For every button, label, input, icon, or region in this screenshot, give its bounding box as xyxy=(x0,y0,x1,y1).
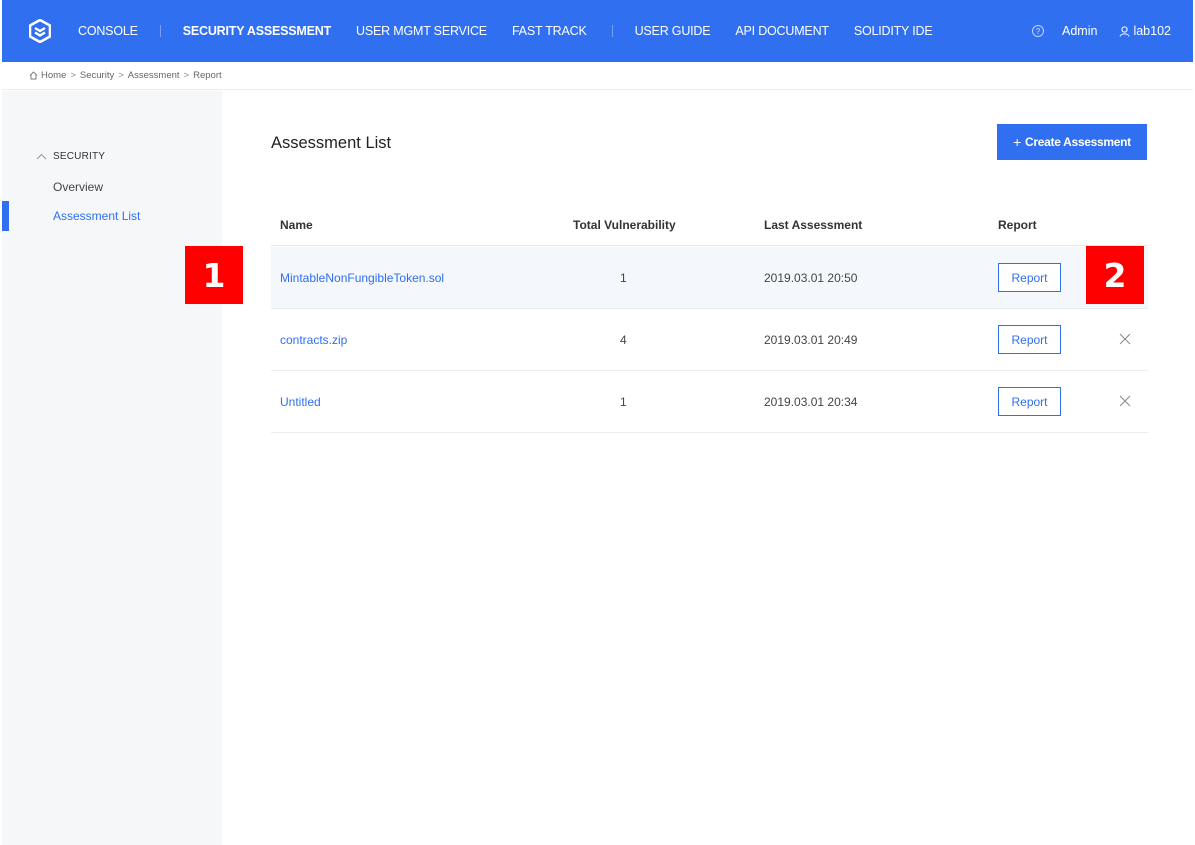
report-button[interactable]: Report xyxy=(998,325,1061,354)
top-right-menu: ? Admin lab102 xyxy=(1032,24,1193,38)
nav-console[interactable]: CONSOLE xyxy=(78,24,138,38)
column-header-total-vulnerability: Total Vulnerability xyxy=(573,218,676,232)
user-menu[interactable]: lab102 xyxy=(1119,24,1171,38)
column-header-report: Report xyxy=(998,218,1037,232)
nav-user-guide[interactable]: USER GUIDE xyxy=(635,24,711,38)
table-row: MintableNonFungibleToken.sol 1 2019.03.0… xyxy=(271,247,1148,309)
breadcrumb-home[interactable]: Home xyxy=(41,70,66,81)
last-assessment-date: 2019.03.01 20:34 xyxy=(764,395,858,409)
assessment-name-link[interactable]: Untitled xyxy=(280,395,321,409)
create-assessment-button[interactable]: + Create Assessment xyxy=(997,124,1147,160)
user-name: lab102 xyxy=(1133,24,1171,38)
annotation-marker-1: 1 xyxy=(185,246,243,304)
chevron-up-icon xyxy=(36,153,47,160)
vulnerability-count: 1 xyxy=(620,395,627,409)
admin-link[interactable]: Admin xyxy=(1062,24,1097,38)
nav-fast-track[interactable]: FAST TRACK xyxy=(512,24,587,38)
breadcrumb: Home > Security > Assessment > Report xyxy=(2,62,1193,90)
nav-security-assessment[interactable]: SECURITY ASSESSMENT xyxy=(183,24,332,38)
nav-user-mgmt-service[interactable]: USER MGMT SERVICE xyxy=(356,24,487,38)
create-assessment-label: Create Assessment xyxy=(1025,135,1131,149)
annotation-marker-2: 2 xyxy=(1086,246,1144,304)
sidebar: SECURITY Overview Assessment List xyxy=(2,91,222,845)
assessment-name-link[interactable]: MintableNonFungibleToken.sol xyxy=(280,271,444,285)
nav-solidity-ide[interactable]: SOLIDITY IDE xyxy=(854,24,933,38)
last-assessment-date: 2019.03.01 20:49 xyxy=(764,333,858,347)
table-row: contracts.zip 4 2019.03.01 20:49 Report xyxy=(271,309,1148,371)
column-header-last-assessment: Last Assessment xyxy=(764,218,863,232)
breadcrumb-security[interactable]: Security xyxy=(80,70,114,81)
assessment-name-link[interactable]: contracts.zip xyxy=(280,333,347,347)
page-title: Assessment List xyxy=(271,134,392,152)
column-header-name: Name xyxy=(280,218,313,232)
last-assessment-date: 2019.03.01 20:50 xyxy=(764,271,858,285)
chevron-right-icon: > xyxy=(118,70,124,81)
app-logo-icon[interactable] xyxy=(28,18,52,44)
sidebar-group-label: SECURITY xyxy=(53,151,106,162)
sidebar-group-security[interactable]: SECURITY xyxy=(36,151,105,162)
sidebar-item-overview[interactable]: Overview xyxy=(53,180,103,194)
vulnerability-count: 4 xyxy=(620,333,627,347)
top-navigation-bar: CONSOLE SECURITY ASSESSMENT USER MGMT SE… xyxy=(2,0,1193,62)
nav-divider xyxy=(159,25,161,37)
sidebar-item-assessment-list[interactable]: Assessment List xyxy=(53,209,140,223)
breadcrumb-report: Report xyxy=(193,70,222,81)
nav-divider xyxy=(611,25,613,37)
nav-api-document[interactable]: API DOCUMENT xyxy=(735,24,829,38)
home-icon xyxy=(29,71,38,80)
table-header: Name Total Vulnerability Last Assessment… xyxy=(271,204,1148,246)
close-icon[interactable] xyxy=(1119,333,1132,346)
plus-icon: + xyxy=(1013,134,1022,150)
vulnerability-count: 1 xyxy=(620,271,627,285)
chevron-right-icon: > xyxy=(70,70,76,81)
sidebar-active-indicator xyxy=(2,201,9,231)
report-button[interactable]: Report xyxy=(998,387,1061,416)
table-row: Untitled 1 2019.03.01 20:34 Report xyxy=(271,371,1148,433)
question-circle-icon[interactable]: ? xyxy=(1032,25,1045,37)
close-icon[interactable] xyxy=(1119,395,1132,408)
breadcrumb-assessment[interactable]: Assessment xyxy=(128,70,180,81)
chevron-right-icon: > xyxy=(183,70,190,81)
user-icon xyxy=(1119,25,1130,37)
report-button[interactable]: Report xyxy=(998,263,1061,292)
